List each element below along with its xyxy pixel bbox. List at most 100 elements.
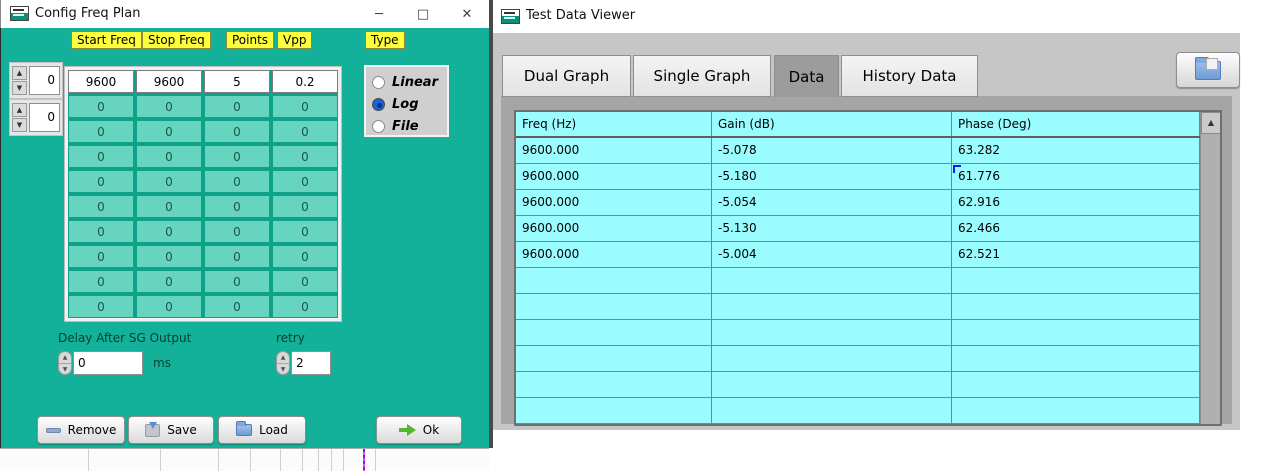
type-option-log[interactable]: Log — [372, 93, 447, 115]
table-cell[interactable]: -5.004 — [712, 242, 952, 267]
freq-table-cell[interactable]: 0 — [68, 170, 134, 193]
row-index-field-1[interactable]: 0 — [29, 66, 60, 95]
table-cell[interactable] — [952, 294, 1200, 319]
table-cell[interactable]: -5.130 — [712, 216, 952, 241]
freq-table-cell[interactable]: 0 — [136, 95, 202, 118]
table-cell[interactable]: -5.078 — [712, 138, 952, 163]
freq-table-cell[interactable]: 0 — [272, 220, 338, 243]
table-cell[interactable] — [516, 398, 712, 423]
table-cell[interactable]: -5.054 — [712, 190, 952, 215]
tab-single-graph[interactable]: Single Graph — [633, 55, 771, 97]
tab-dual-graph[interactable]: Dual Graph — [502, 55, 631, 97]
row-index-field-2[interactable]: 0 — [29, 103, 60, 132]
freq-table-cell[interactable]: 0 — [68, 120, 134, 143]
freq-table-cell[interactable]: 0 — [204, 195, 270, 218]
freq-table-cell[interactable]: 0 — [68, 245, 134, 268]
freq-table-cell[interactable]: 5 — [204, 70, 270, 93]
vertical-scrollbar[interactable]: ▲ — [1200, 112, 1220, 424]
freq-table-cell[interactable]: 0 — [272, 245, 338, 268]
radio-button-icon[interactable] — [372, 98, 385, 111]
type-option-linear[interactable]: Linear — [372, 71, 447, 93]
radio-button-icon[interactable] — [372, 76, 385, 89]
freq-table-cell[interactable]: 0 — [68, 195, 134, 218]
delay-stepper[interactable]: ▲ ▼ — [58, 351, 72, 375]
table-cell[interactable]: 9600.000 — [516, 190, 712, 215]
freq-table-cell[interactable]: 0 — [136, 145, 202, 168]
table-cell[interactable] — [712, 294, 952, 319]
table-cell[interactable] — [516, 372, 712, 397]
table-cell[interactable] — [516, 346, 712, 371]
freq-table-cell[interactable]: 0 — [204, 245, 270, 268]
table-cell[interactable] — [712, 398, 952, 423]
freq-table-cell[interactable]: 0 — [204, 145, 270, 168]
radio-button-icon[interactable] — [372, 120, 385, 133]
type-option-file[interactable]: File — [372, 115, 447, 137]
freq-table-cell[interactable]: 0 — [68, 220, 134, 243]
freq-table-cell[interactable]: 0 — [136, 245, 202, 268]
delay-field[interactable]: 0 — [73, 351, 143, 375]
table-cell[interactable] — [952, 268, 1200, 293]
freq-table-cell[interactable]: 9600 — [136, 70, 202, 93]
freq-table-cell[interactable]: 0 — [136, 120, 202, 143]
scroll-up-icon[interactable]: ▲ — [1201, 112, 1221, 134]
freq-table-cell[interactable]: 0 — [136, 270, 202, 293]
freq-table-cell[interactable]: 0 — [204, 170, 270, 193]
table-cell[interactable]: 62.521 — [952, 242, 1200, 267]
freq-table-cell[interactable]: 0 — [204, 295, 270, 318]
table-cell[interactable]: 62.466 — [952, 216, 1200, 241]
table-cell[interactable]: 61.776 — [952, 164, 1200, 189]
table-cell[interactable]: 9600.000 — [516, 216, 712, 241]
maximize-icon[interactable]: □ — [401, 7, 445, 22]
table-cell[interactable]: 9600.000 — [516, 138, 712, 163]
freq-table-cell[interactable]: 0 — [204, 270, 270, 293]
retry-field[interactable]: 2 — [291, 351, 331, 375]
ok-button[interactable]: Ok — [376, 416, 462, 444]
freq-table-cell[interactable]: 0 — [272, 170, 338, 193]
freq-table-cell[interactable]: 0 — [68, 145, 134, 168]
table-cell[interactable] — [712, 346, 952, 371]
table-cell[interactable] — [952, 346, 1200, 371]
arrow-up-icon[interactable]: ▲ — [59, 352, 71, 364]
freq-table-cell[interactable]: 0 — [136, 170, 202, 193]
freq-table-cell[interactable]: 0 — [68, 95, 134, 118]
table-cell[interactable] — [516, 268, 712, 293]
freq-table-cell[interactable]: 0 — [272, 195, 338, 218]
load-data-button[interactable] — [1176, 52, 1240, 88]
freq-table-cell[interactable]: 0 — [136, 195, 202, 218]
table-cell[interactable] — [952, 398, 1200, 423]
close-icon[interactable]: ✕ — [445, 7, 489, 22]
freq-table-cell[interactable]: 0 — [272, 145, 338, 168]
table-cell[interactable]: -5.180 — [712, 164, 952, 189]
table-cell[interactable] — [952, 372, 1200, 397]
load-button[interactable]: Load — [218, 416, 306, 444]
tab-data[interactable]: Data — [774, 55, 839, 97]
table-cell[interactable] — [712, 268, 952, 293]
remove-button[interactable]: Remove — [37, 416, 125, 444]
freq-table-cell[interactable]: 9600 — [68, 70, 134, 93]
freq-table-cell[interactable]: 0 — [68, 270, 134, 293]
table-cell[interactable]: 9600.000 — [516, 242, 712, 267]
graph-cursor-line[interactable] — [363, 449, 365, 471]
freq-table-cell[interactable]: 0 — [204, 220, 270, 243]
arrow-up-icon[interactable]: ▲ — [12, 66, 27, 80]
tab-history-data[interactable]: History Data — [841, 55, 978, 97]
save-button[interactable]: Save — [128, 416, 214, 444]
table-cell[interactable] — [516, 294, 712, 319]
freq-table-cell[interactable]: 0 — [136, 220, 202, 243]
table-cell[interactable]: 9600.000 — [516, 164, 712, 189]
retry-stepper[interactable]: ▲ ▼ — [276, 351, 290, 375]
arrow-up-icon[interactable]: ▲ — [277, 352, 289, 364]
minimize-icon[interactable]: ─ — [357, 7, 401, 22]
freq-table-cell[interactable]: 0 — [204, 95, 270, 118]
freq-table-cell[interactable]: 0 — [272, 270, 338, 293]
table-cell[interactable]: 62.916 — [952, 190, 1200, 215]
table-cell[interactable] — [516, 320, 712, 345]
table-cell[interactable] — [712, 372, 952, 397]
table-cell[interactable] — [952, 320, 1200, 345]
table-cell[interactable]: 63.282 — [952, 138, 1200, 163]
table-cell[interactable] — [712, 320, 952, 345]
arrow-down-icon[interactable]: ▼ — [12, 118, 27, 132]
arrow-down-icon[interactable]: ▼ — [59, 364, 71, 375]
freq-table-cell[interactable]: 0 — [204, 120, 270, 143]
arrow-up-icon[interactable]: ▲ — [12, 103, 27, 117]
